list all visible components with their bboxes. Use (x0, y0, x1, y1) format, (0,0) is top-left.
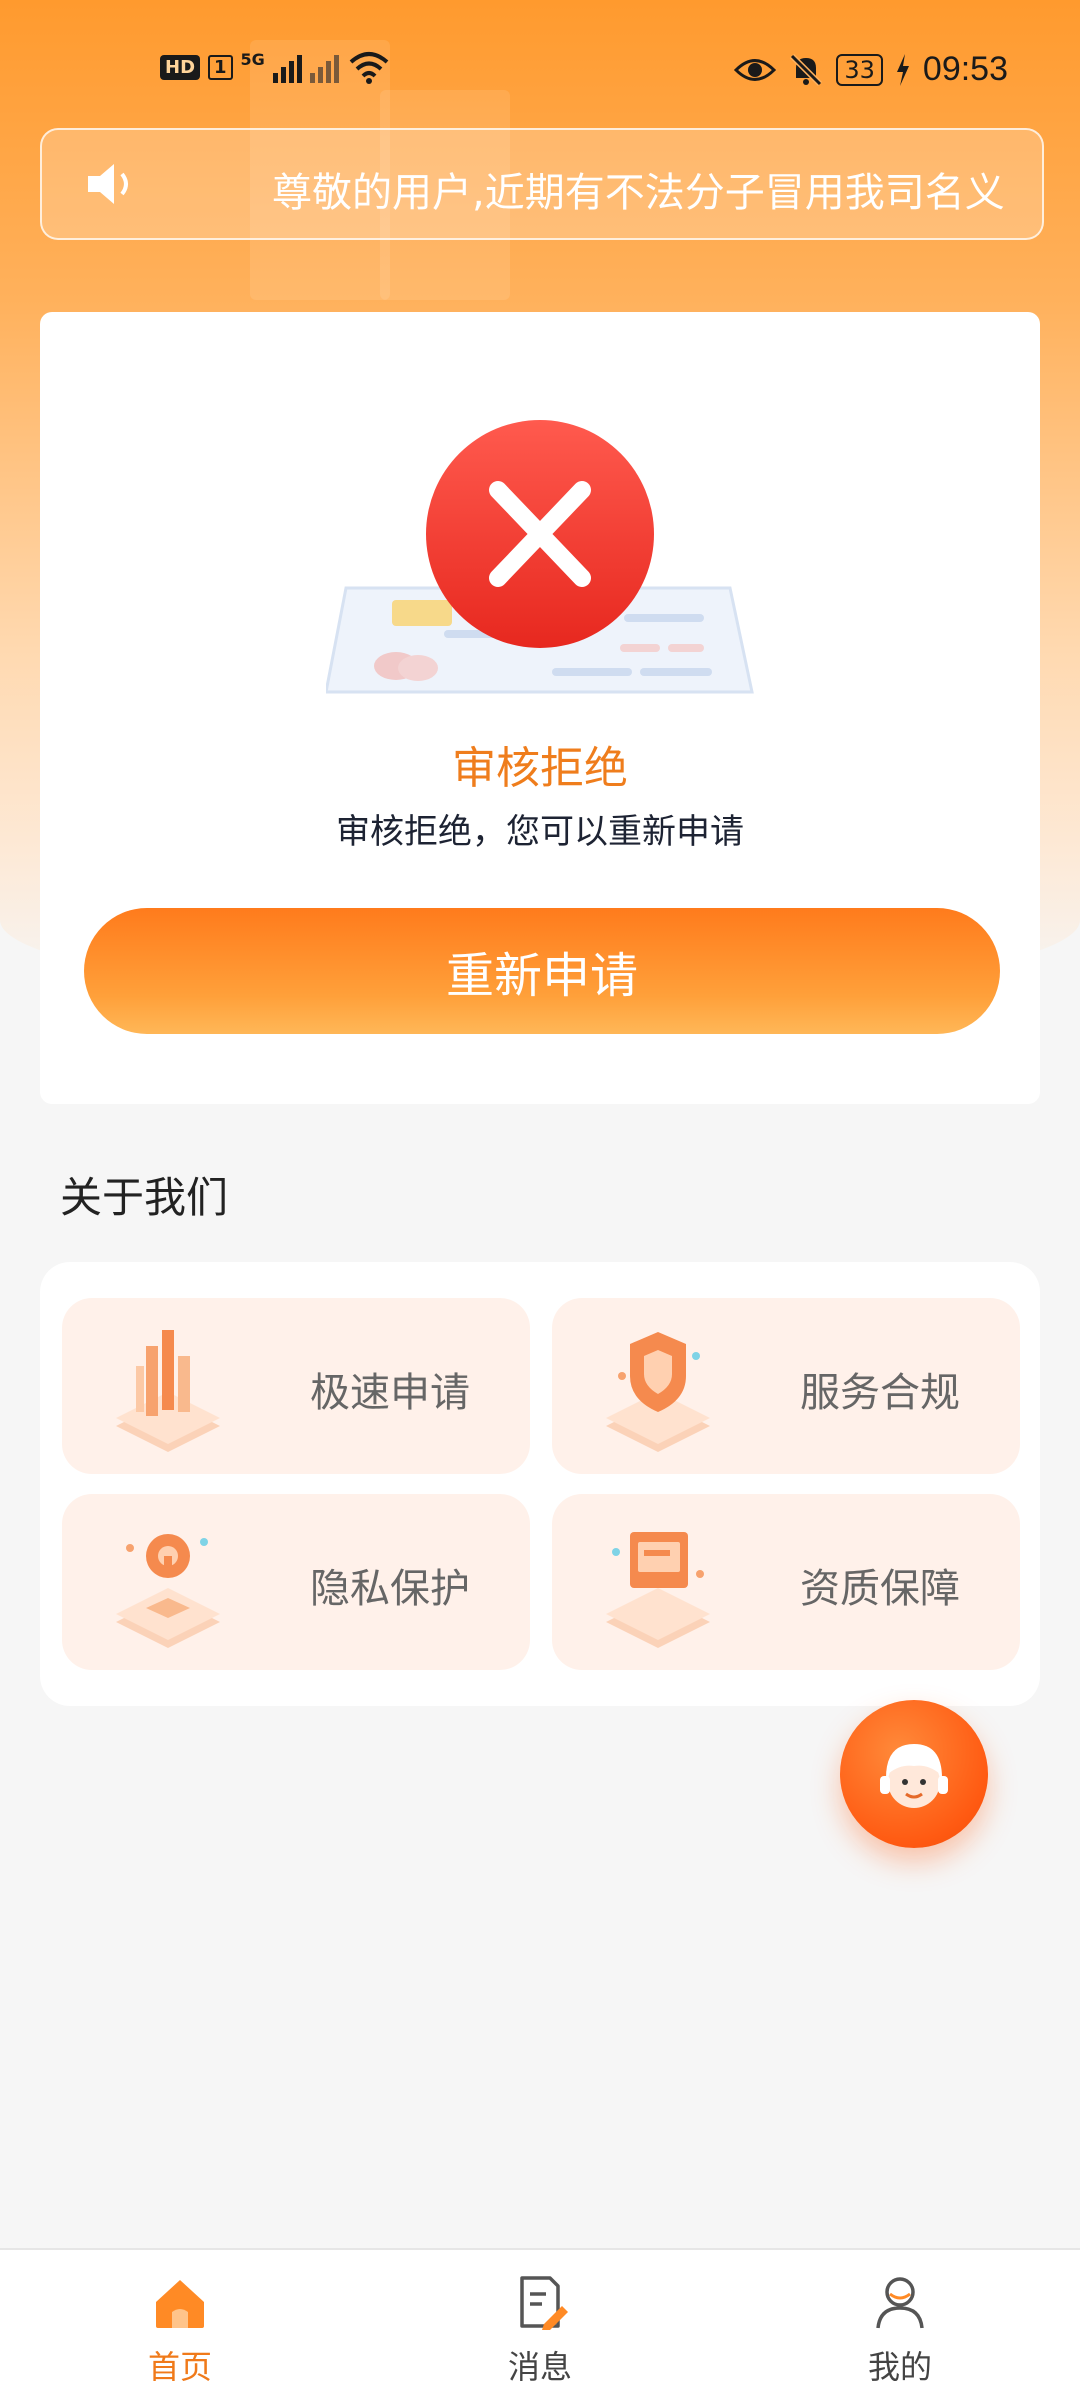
sim-badge: 1 (208, 54, 233, 80)
home-icon (156, 2280, 204, 2328)
feature-tile-fast-apply[interactable]: 极速申请 (62, 1298, 530, 1474)
feature-label: 资质保障 (800, 1566, 960, 1612)
mute-bell-icon (790, 53, 823, 86)
signal-secondary-icon (309, 51, 339, 83)
wifi-icon (349, 52, 389, 84)
status-right: 33 09:53 (734, 50, 1008, 89)
speaker-icon (88, 164, 128, 204)
charging-icon (896, 53, 909, 86)
status-time: 09:53 (922, 50, 1008, 88)
review-status-card: 审核拒绝 审核拒绝，您可以重新申请 重新申请 (40, 312, 1040, 1104)
feature-label: 服务合规 (800, 1370, 960, 1416)
feature-label: 极速申请 (310, 1370, 470, 1416)
battery-indicator: 33 (836, 53, 883, 86)
feature-tile-privacy[interactable]: 隐私保护 (62, 1494, 530, 1670)
notice-bar[interactable]: 尊敬的用户,近期有不法分子冒用我司名义 (40, 128, 1044, 240)
eye-comfort-icon (734, 58, 777, 81)
about-section-title: 关于我们 (60, 1173, 229, 1222)
status-left: HD 1 5G (160, 50, 391, 84)
fast-apply-icon (116, 1330, 220, 1452)
tab-messages[interactable]: 消息 (440, 2250, 640, 2402)
qualification-certificate-icon (606, 1532, 710, 1648)
tab-home[interactable]: 首页 (80, 2250, 280, 2402)
compliance-shield-icon (606, 1332, 710, 1452)
feature-tile-compliance[interactable]: 服务合规 (552, 1298, 1020, 1474)
bottom-tab-bar: 首页 消息 我的 (0, 2248, 1080, 2402)
reapply-button[interactable]: 重新申请 (84, 908, 1000, 1034)
network-type: 5G (240, 50, 265, 69)
tab-label: 消息 (507, 2348, 572, 2386)
feature-label: 隐私保护 (310, 1566, 470, 1612)
tab-label: 首页 (147, 2348, 212, 2386)
hd-badge: HD (160, 54, 201, 80)
status-bar: HD 1 5G 33 09:53 (0, 30, 1080, 110)
rejected-illustration (326, 420, 754, 694)
customer-service-button[interactable] (840, 1700, 988, 1848)
customer-service-icon (880, 1744, 948, 1808)
about-panel: 极速申请 服务合规 隐私保护 资质保障 (40, 1262, 1040, 1706)
review-status-subtitle: 审核拒绝，您可以重新申请 (336, 812, 744, 852)
message-icon (520, 2276, 568, 2330)
privacy-lock-icon (116, 1534, 220, 1648)
tab-profile[interactable]: 我的 (800, 2250, 1000, 2402)
review-status-title: 审核拒绝 (452, 743, 628, 794)
tab-label: 我的 (867, 2348, 932, 2386)
feature-tile-qualification[interactable]: 资质保障 (552, 1494, 1020, 1670)
notice-text: 尊敬的用户,近期有不法分子冒用我司名义 (272, 170, 1005, 216)
signal-icon (272, 51, 302, 83)
profile-icon (876, 2277, 924, 2329)
